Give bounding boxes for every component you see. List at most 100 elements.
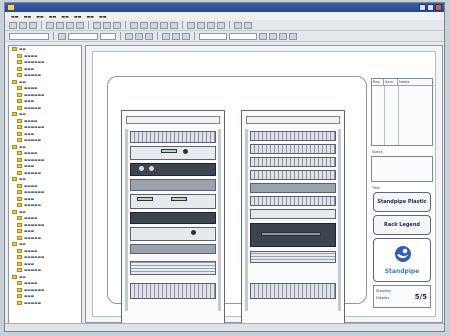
rack-unit-patch-panel[interactable] <box>250 157 336 167</box>
size-combo[interactable] <box>100 32 116 40</box>
rack-unit-power-strip[interactable] <box>250 283 336 299</box>
menu-item[interactable]: ▬▬ <box>24 14 32 19</box>
rack-right[interactable] <box>241 110 345 331</box>
toolbar-button[interactable] <box>76 21 84 29</box>
rack-unit-blank[interactable] <box>250 183 336 193</box>
toolbar-button[interactable] <box>93 21 101 29</box>
rack-unit-power-strip[interactable] <box>130 283 216 299</box>
toolbar-button[interactable] <box>66 21 74 29</box>
menu-item[interactable]: ▬▬ <box>99 14 107 19</box>
italic-button[interactable] <box>135 32 143 40</box>
align-left-button[interactable] <box>162 32 170 40</box>
folder-icon <box>12 274 17 279</box>
rack-unit-vent-panel[interactable] <box>130 261 216 275</box>
rack-unit-patch-panel[interactable] <box>250 144 336 154</box>
folder-icon <box>17 99 22 104</box>
folder-icon <box>17 125 22 130</box>
folder-icon <box>17 261 22 266</box>
toolbar-button[interactable] <box>197 21 205 29</box>
rack-unit-blank[interactable] <box>130 244 216 254</box>
menu-bar: ▬▬ ▬▬ ▬▬ ▬▬ ▬▬ ▬▬ ▬▬ ▬▬ <box>5 12 444 20</box>
stencil-button[interactable]: Standpipe Plastic <box>373 192 431 212</box>
tree-item-label: ▬▬▬▬▬ <box>24 105 41 110</box>
menu-item[interactable]: ▬▬ <box>49 14 57 19</box>
maximize-button[interactable] <box>427 4 434 11</box>
toolbar-button[interactable] <box>46 21 54 29</box>
toolbar-button[interactable] <box>187 21 195 29</box>
toolbar-button[interactable] <box>130 21 138 29</box>
legend-button[interactable]: Rack Legend <box>373 215 431 235</box>
rack-unit-server[interactable] <box>130 146 216 160</box>
tree-item[interactable]: ▬▬▬▬▬ <box>9 300 81 307</box>
font-combo[interactable] <box>68 32 98 40</box>
specs-label: Specs <box>372 150 383 154</box>
toolbar-button[interactable] <box>269 32 277 40</box>
folder-icon <box>17 248 22 253</box>
toolbar-button[interactable] <box>289 32 297 40</box>
rack-unit-receiver[interactable] <box>130 179 216 191</box>
rack-unit-patch-panel[interactable] <box>130 131 216 143</box>
toolbar-button[interactable] <box>259 32 267 40</box>
rack-unit-switch[interactable] <box>250 209 336 219</box>
rack-unit-recorder[interactable] <box>130 194 216 209</box>
toolbar-button[interactable] <box>244 21 252 29</box>
toolbar-button[interactable] <box>140 21 148 29</box>
tree-item-label: ▬▬ <box>19 209 26 214</box>
toolbar-button[interactable] <box>279 32 287 40</box>
underline-button[interactable] <box>145 32 153 40</box>
toolbar-button[interactable] <box>9 21 17 29</box>
app-icon <box>8 5 14 10</box>
toolbar-button[interactable] <box>207 21 215 29</box>
style-combo[interactable] <box>9 32 49 40</box>
folder-icon <box>17 157 22 162</box>
toolbar-button[interactable] <box>160 21 168 29</box>
toolbar-button[interactable] <box>56 21 64 29</box>
unit-display <box>137 197 153 201</box>
align-right-button[interactable] <box>182 32 190 40</box>
rack-unit-vent-panel[interactable] <box>250 251 336 263</box>
menu-item[interactable]: ▬▬ <box>11 14 19 19</box>
tree-item-label: ▬▬▬ <box>24 66 35 71</box>
menu-item[interactable]: ▬▬ <box>86 14 94 19</box>
menu-item[interactable]: ▬▬ <box>61 14 69 19</box>
grid-header: Rev <box>372 79 384 86</box>
tree-item-label: ▬▬▬▬ <box>24 151 38 156</box>
toolbar-button[interactable] <box>234 21 242 29</box>
minimize-button[interactable] <box>419 4 426 11</box>
rack-unit-amplifier[interactable] <box>130 163 216 176</box>
rack-unit-patch-panel[interactable] <box>250 170 336 180</box>
tree-item-label: ▬▬▬▬▬▬ <box>24 222 45 227</box>
rack-rail <box>125 129 128 311</box>
toolbar-button[interactable] <box>170 21 178 29</box>
rack-unit-player[interactable] <box>130 227 216 241</box>
bold-button[interactable] <box>125 32 133 40</box>
rack-unit-patch-panel[interactable] <box>250 196 336 206</box>
toolbar-button[interactable] <box>58 32 66 40</box>
line-combo[interactable] <box>199 32 227 40</box>
specs-field[interactable] <box>371 156 433 182</box>
toolbar-button[interactable] <box>217 21 225 29</box>
rack-unit-router[interactable] <box>250 223 336 247</box>
folder-icon <box>17 216 22 221</box>
menu-item[interactable]: ▬▬ <box>74 14 82 19</box>
rack-left[interactable] <box>121 110 225 331</box>
align-center-button[interactable] <box>172 32 180 40</box>
toolbar-button[interactable] <box>150 21 158 29</box>
fill-combo[interactable] <box>229 32 257 40</box>
toolbar-button[interactable] <box>103 21 111 29</box>
drawing-page[interactable]: Rev Item Notes Specs Title Standpipe Pla… <box>92 51 436 331</box>
close-button[interactable] <box>435 4 442 11</box>
toolbar-button[interactable] <box>113 21 121 29</box>
folder-icon <box>17 151 22 156</box>
folder-icon <box>17 86 22 91</box>
tree-item-label: ▬▬▬▬▬ <box>24 73 41 78</box>
folder-icon <box>17 294 22 299</box>
toolbar-button[interactable] <box>29 21 37 29</box>
tree-item-label: ▬▬▬ <box>24 229 35 234</box>
rack-unit-patch-panel[interactable] <box>250 131 336 141</box>
rack-unit-switcher[interactable] <box>130 212 216 224</box>
menu-item[interactable]: ▬▬ <box>36 14 44 19</box>
folder-icon <box>17 66 22 71</box>
toolbar-button[interactable] <box>19 21 27 29</box>
tree-item-label: ▬▬▬ <box>24 99 35 104</box>
